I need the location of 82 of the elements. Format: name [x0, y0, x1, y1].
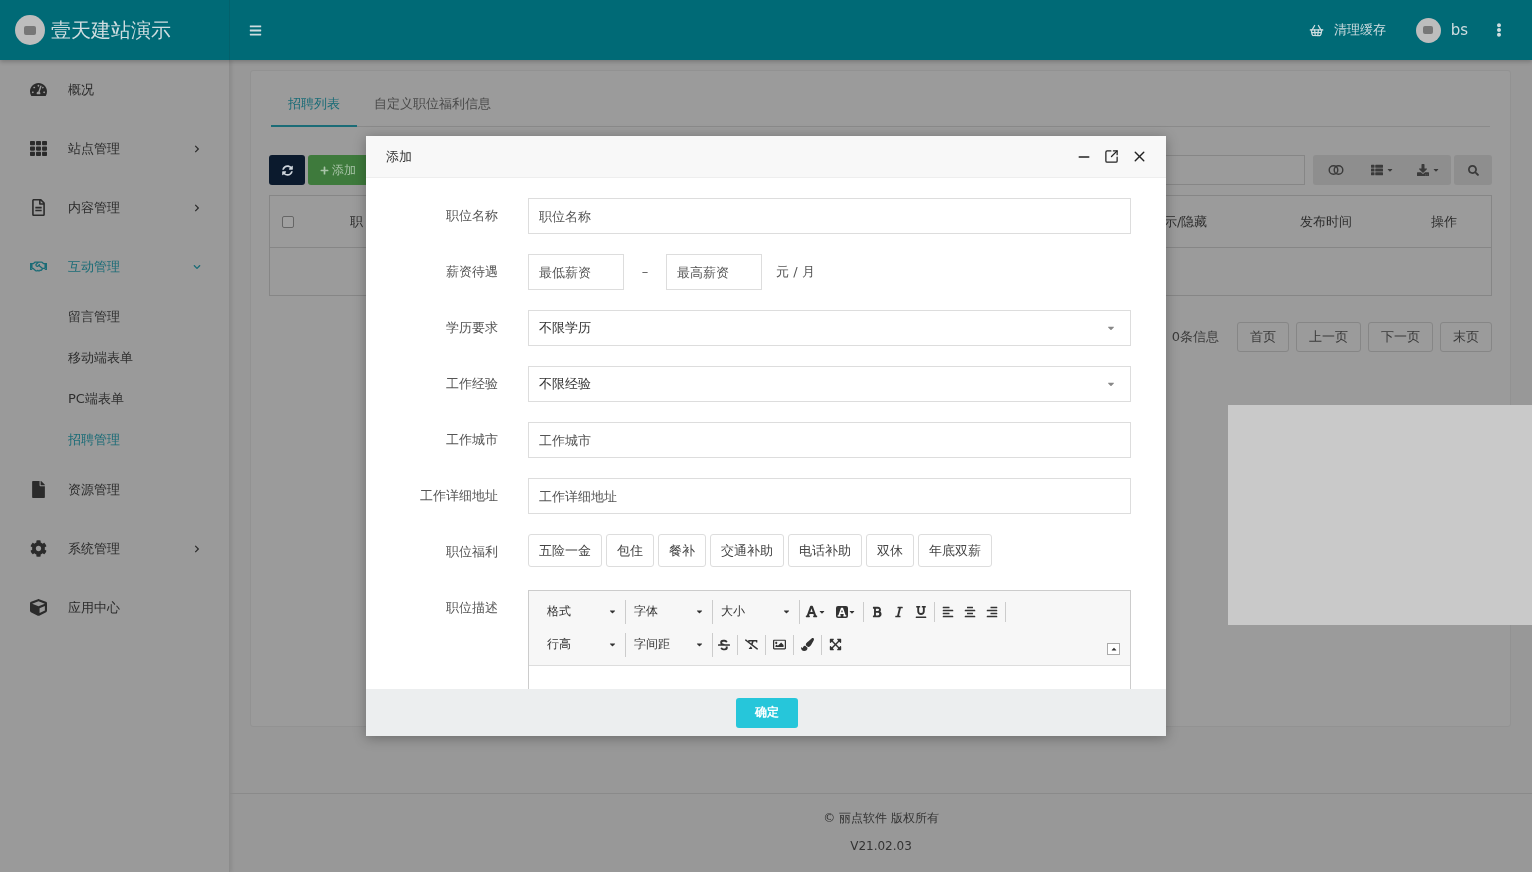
- format-dropdown[interactable]: 字间距: [626, 632, 713, 657]
- sidebar-subitem[interactable]: 移动端表单: [0, 337, 229, 378]
- plus-icon: [320, 165, 329, 175]
- user-name[interactable]: bs: [1450, 21, 1468, 39]
- benefit-tag[interactable]: 年底双薪: [918, 534, 992, 567]
- file-icon: [30, 481, 47, 498]
- chevron-down-icon: [193, 262, 201, 271]
- range-separator: –: [640, 263, 650, 281]
- chevron-right-icon: [193, 144, 201, 153]
- caret-icon: [695, 640, 704, 649]
- select-field[interactable]: 不限学历: [528, 310, 1131, 346]
- gauge-icon: [30, 81, 47, 98]
- page-button[interactable]: 首页: [1237, 322, 1289, 352]
- sidebar-item[interactable]: 概况: [0, 60, 229, 119]
- field-label: 工作经验: [445, 375, 498, 393]
- benefit-tag[interactable]: 电话补助: [788, 534, 862, 567]
- column-header: 操作: [1431, 212, 1458, 231]
- menu-icon[interactable]: [249, 23, 262, 37]
- benefit-tag[interactable]: 包住: [606, 534, 654, 567]
- refresh-button[interactable]: [269, 155, 305, 185]
- user-avatar[interactable]: [1415, 17, 1441, 43]
- field-label: 薪资待遇: [445, 263, 498, 281]
- column-header: 发布时间: [1300, 212, 1353, 231]
- search-field[interactable]: [1163, 155, 1305, 185]
- field-label: 工作详细地址: [419, 487, 498, 505]
- unit-label: 元 / 月: [776, 263, 815, 281]
- collapse-button[interactable]: [1107, 643, 1120, 655]
- input-field[interactable]: 工作详细地址: [528, 478, 1131, 514]
- clear-cache-link[interactable]: 清理缓存: [1333, 21, 1386, 39]
- refresh-icon: [281, 164, 293, 176]
- maximize-icon[interactable]: [1104, 149, 1119, 164]
- logo-avatar: [15, 15, 45, 45]
- input-field[interactable]: 工作城市: [528, 422, 1131, 458]
- search-icon: [1467, 164, 1479, 176]
- caret-icon: [695, 607, 704, 616]
- format-dropdown[interactable]: 行高: [539, 632, 626, 657]
- benefit-tag[interactable]: 双休: [866, 534, 914, 567]
- cube-icon: [30, 599, 47, 616]
- field-label: 职位名称: [445, 207, 498, 225]
- sidebar-item[interactable]: 系统管理: [0, 519, 229, 578]
- dialog-title: 添加: [386, 147, 412, 166]
- sidebar-item[interactable]: 站点管理: [0, 119, 229, 178]
- sidebar-item[interactable]: 资源管理: [0, 460, 229, 519]
- chevron-right-icon: [193, 544, 201, 553]
- caret-icon: [608, 640, 617, 649]
- input-field[interactable]: 职位名称: [528, 198, 1131, 234]
- benefit-tag[interactable]: 交通补助: [710, 534, 784, 567]
- sidebar-item[interactable]: 应用中心: [0, 578, 229, 637]
- site-title: 壹天建站演示: [51, 16, 171, 44]
- min-salary-field[interactable]: 最低薪资: [528, 254, 624, 290]
- rich-text-editor[interactable]: 格式 字体 大小 行高 字间距: [528, 590, 1131, 689]
- field-label: 职位福利: [445, 543, 498, 561]
- copyright-text: © 丽点软件 版权所有: [823, 810, 939, 827]
- sidebar-subitem[interactable]: PC端表单: [0, 378, 229, 419]
- document-icon: [30, 199, 47, 216]
- sidebar-item[interactable]: 内容管理: [0, 178, 229, 237]
- column-header: 职: [350, 212, 364, 231]
- caret-icon: [782, 607, 791, 616]
- benefit-tag[interactable]: 五险一金: [528, 534, 602, 567]
- benefit-tag[interactable]: 餐补: [658, 534, 706, 567]
- max-salary-field[interactable]: 最高薪资: [666, 254, 762, 290]
- select-field[interactable]: 不限经验: [528, 366, 1131, 402]
- tab[interactable]: 自定义职位福利信息: [357, 83, 508, 127]
- page-info: 0条信息: [1171, 328, 1219, 346]
- page-button[interactable]: 末页: [1440, 322, 1492, 352]
- format-dropdown[interactable]: 字体: [626, 599, 713, 624]
- gear-icon: [30, 540, 47, 557]
- field-label: 工作城市: [445, 431, 498, 449]
- grid-icon: [30, 140, 47, 157]
- field-label: 职位描述: [445, 599, 498, 617]
- search-button[interactable]: [1454, 155, 1492, 185]
- version-text: V21.02.03: [850, 839, 912, 853]
- chevron-right-icon: [193, 203, 201, 212]
- caret-up-icon: [1109, 645, 1118, 653]
- basket-icon[interactable]: [1308, 22, 1324, 38]
- field-label: 学历要求: [445, 319, 498, 337]
- format-dropdown[interactable]: 大小: [713, 599, 800, 624]
- format-dropdown[interactable]: 格式: [539, 599, 626, 624]
- caret-icon: [608, 607, 617, 616]
- handshake-icon: [30, 258, 47, 275]
- sidebar-subitem[interactable]: 留言管理: [0, 296, 229, 337]
- select-all-checkbox[interactable]: [282, 215, 294, 228]
